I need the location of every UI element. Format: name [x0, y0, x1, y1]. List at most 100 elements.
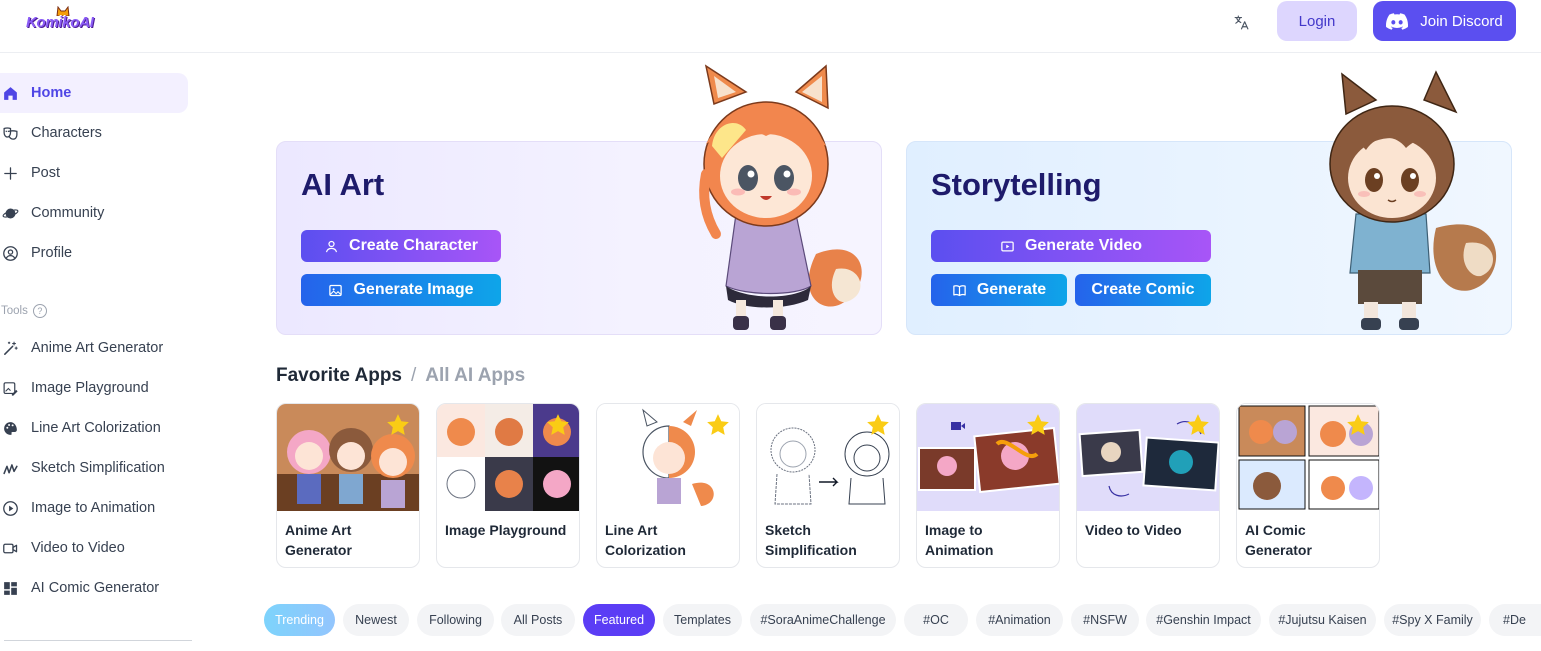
storytelling-title: Storytelling [931, 167, 1102, 202]
filter-chip-trending[interactable]: Trending [264, 604, 335, 636]
filter-chip-featured[interactable]: Featured [583, 604, 655, 636]
wolf-boy-illustration [1329, 70, 1497, 330]
create-comic-label: Create Comic [1091, 281, 1195, 298]
favorite-apps-tab[interactable]: Favorite Apps [276, 365, 402, 386]
heading-separator: / [411, 365, 417, 386]
sidebar-tool-label: Line Art Colorization [31, 420, 161, 436]
sidebar-tool-label: Sketch Simplification [31, 460, 165, 476]
generate-button[interactable]: Generate [931, 274, 1067, 306]
sidebar-tool-line-art-colorization[interactable]: Line Art Colorization [0, 408, 188, 448]
create-character-button[interactable]: Create Character [301, 230, 501, 262]
comic-grid-icon [4, 581, 17, 595]
app-card-label: Line Art Colorization [605, 522, 686, 558]
user-circle-icon [3, 245, 18, 261]
sidebar: Home Characters Post Community Profile T… [0, 53, 200, 651]
app-card-label: Sketch Simplification [765, 522, 857, 558]
generate-video-label: Generate Video [1024, 237, 1143, 254]
filter-chip-following[interactable]: Following [417, 604, 494, 636]
favorite-star-icon[interactable] [1185, 412, 1211, 438]
feed-filter-bar: Trending Newest Following All Posts Feat… [264, 604, 1541, 637]
app-card-sketch-simplification[interactable]: Sketch Simplification [756, 403, 900, 568]
join-discord-button[interactable]: Join Discord [1373, 1, 1516, 41]
sidebar-tool-image-playground[interactable]: Image Playground [0, 368, 188, 408]
favorite-star-icon[interactable] [865, 412, 891, 438]
sidebar-item-home[interactable]: Home [0, 73, 188, 113]
sidebar-tool-label: Image Playground [31, 380, 149, 396]
favorite-star-icon[interactable] [1025, 412, 1051, 438]
sidebar-item-community[interactable]: Community [0, 193, 188, 233]
app-card-image-to-animation[interactable]: Image to Animation [916, 403, 1060, 568]
palette-icon [4, 421, 17, 435]
filter-chip-spy-x-family[interactable]: #Spy X Family [1384, 604, 1481, 636]
generate-video-button[interactable]: Generate Video [931, 230, 1211, 262]
fox-girl-illustration [699, 64, 862, 330]
create-character-label: Create Character [349, 237, 478, 254]
app-card-image-playground[interactable]: Image Playground [436, 403, 580, 568]
sidebar-item-label: Characters [31, 125, 102, 141]
filter-chip-truncated[interactable]: #De [1489, 604, 1541, 636]
plus-icon [4, 166, 17, 180]
favorite-apps-heading: Favorite Apps / All AI Apps [276, 365, 525, 387]
app-card-label: AI Comic Generator [1245, 522, 1312, 558]
book-icon [953, 284, 966, 296]
video-icon [3, 543, 18, 553]
favorite-star-icon[interactable] [705, 412, 731, 438]
help-icon[interactable]: ? [32, 304, 47, 318]
sidebar-item-label: Post [31, 165, 61, 181]
favorite-star-icon[interactable] [545, 412, 571, 438]
sidebar-tool-video-to-video[interactable]: Video to Video [0, 528, 188, 568]
app-card-line-art-colorization[interactable]: Line Art Colorization [596, 403, 740, 568]
filter-chip-jujutsu-kaisen[interactable]: #Jujutsu Kaisen [1269, 604, 1376, 636]
magic-wand-icon [4, 341, 18, 355]
login-button[interactable]: Login [1277, 1, 1357, 41]
filter-chip-templates[interactable]: Templates [663, 604, 742, 636]
sidebar-tool-sketch-simplification[interactable]: Sketch Simplification [0, 448, 188, 488]
filter-chip-nsfw[interactable]: #NSFW [1071, 604, 1139, 636]
filter-chip-newest[interactable]: Newest [343, 604, 409, 636]
favorite-star-icon[interactable] [1345, 412, 1371, 438]
app-card-label: Video to Video [1085, 522, 1182, 538]
sidebar-item-label: Home [31, 85, 72, 101]
user-icon [325, 240, 338, 252]
sidebar-tool-anime-art-generator[interactable]: Anime Art Generator [0, 328, 188, 368]
video-play-icon [1001, 241, 1014, 251]
discord-icon [1386, 12, 1409, 30]
sidebar-tool-image-to-animation[interactable]: Image to Animation [0, 488, 188, 528]
sidebar-item-profile[interactable]: Profile [0, 233, 188, 273]
app-card-anime-art-generator[interactable]: Anime Art Generator [276, 403, 420, 568]
favorite-star-icon[interactable] [385, 412, 411, 438]
generate-image-label: Generate Image [353, 281, 474, 298]
sidebar-item-post[interactable]: Post [0, 153, 188, 193]
image-edit-icon [3, 381, 18, 396]
sidebar-item-label: Profile [31, 245, 73, 261]
sidebar-tool-label: AI Comic Generator [31, 580, 160, 596]
app-card-ai-comic-generator[interactable]: AI Comic Generator [1236, 403, 1380, 568]
play-circle-icon [3, 500, 18, 516]
filter-chip-genshin-impact[interactable]: #Genshin Impact [1146, 604, 1261, 636]
filter-chip-all-posts[interactable]: All Posts [501, 604, 575, 636]
sidebar-tool-ai-comic-generator[interactable]: AI Comic Generator [0, 568, 188, 608]
filter-chip-oc[interactable]: #OC [904, 604, 968, 636]
all-ai-apps-tab[interactable]: All AI Apps [425, 365, 525, 386]
ai-art-title: AI Art [301, 167, 385, 202]
app-card-video-to-video[interactable]: Video to Video [1076, 403, 1220, 568]
scribble-icon [3, 463, 18, 474]
filter-chip-animation[interactable]: #Animation [976, 604, 1063, 636]
create-comic-button[interactable]: Create Comic [1075, 274, 1211, 306]
sidebar-tool-label: Video to Video [31, 540, 125, 556]
filter-chip-sora-anime-challenge[interactable]: #SoraAnimeChallenge [750, 604, 896, 636]
komiko-logo[interactable]: KomikoAI [26, 6, 100, 36]
home-icon [4, 86, 17, 100]
language-button[interactable] [1229, 10, 1253, 34]
sidebar-divider [4, 640, 192, 641]
sidebar-item-label: Community [31, 205, 105, 221]
sidebar-tool-label: Anime Art Generator [31, 340, 164, 356]
sidebar-item-characters[interactable]: Characters [0, 113, 188, 153]
app-card-label: Anime Art Generator [285, 522, 352, 558]
sidebar-tool-label: Image to Animation [31, 500, 156, 516]
masks-icon [3, 126, 18, 140]
image-icon [329, 284, 343, 296]
logo-text: KomikoAI [26, 14, 94, 31]
generate-image-button[interactable]: Generate Image [301, 274, 501, 306]
top-bar: KomikoAI Login Join Discord [0, 0, 1541, 53]
